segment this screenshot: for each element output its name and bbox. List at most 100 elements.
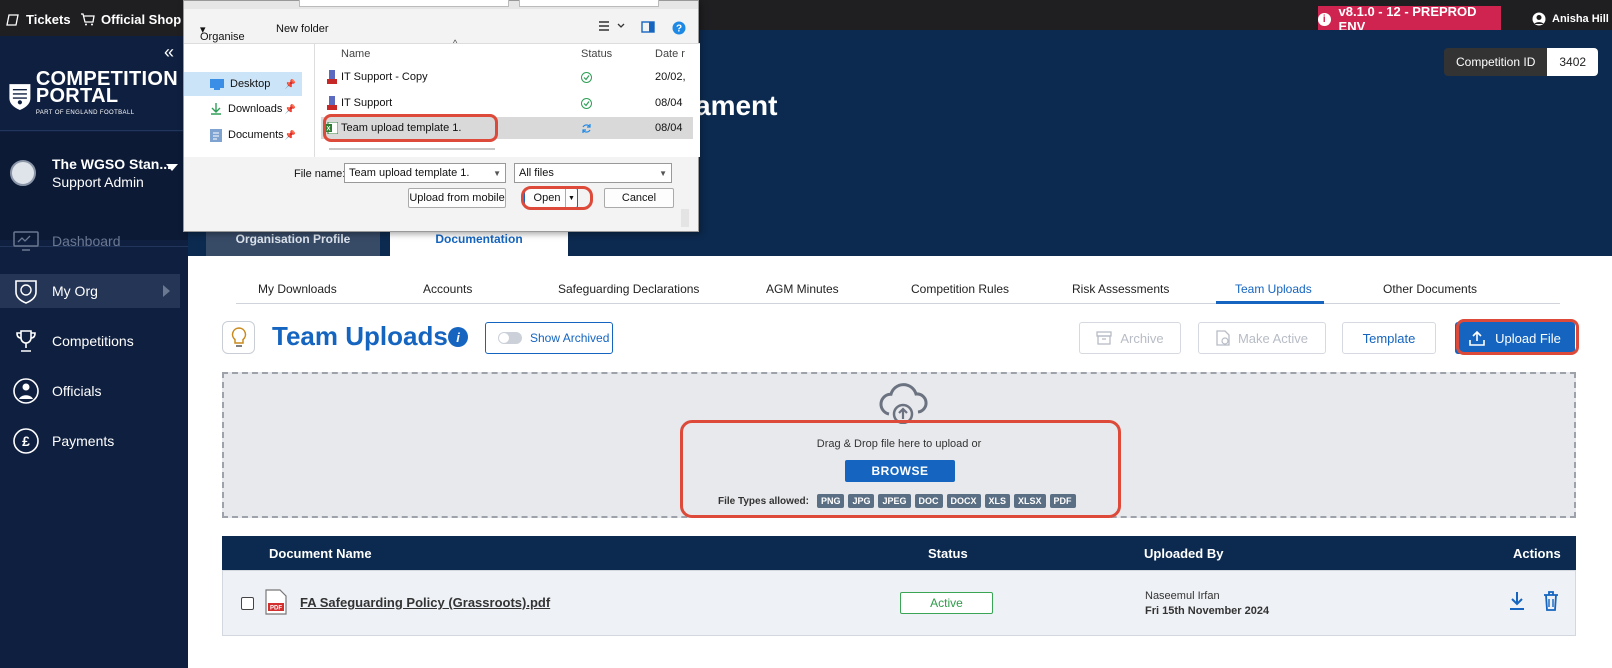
tab-other-documents[interactable]: Other Documents — [1383, 282, 1477, 296]
file-row[interactable]: IT Support 08/04 — [321, 92, 693, 114]
file-type-badge: DOCX — [946, 494, 981, 508]
file-open-dialog: Organise ▾ New folder ? Desktop 📌 Downlo… — [183, 0, 700, 232]
nav-documents[interactable]: Documents 📌 — [184, 123, 302, 147]
search-field[interactable] — [519, 0, 659, 7]
nav-dashboard[interactable]: Dashboard — [0, 224, 180, 258]
toggle-switch[interactable] — [498, 332, 522, 344]
nav-competitions-label: Competitions — [52, 333, 134, 349]
new-folder-button[interactable]: New folder — [276, 23, 329, 35]
official-shop-label: Official Shop — [101, 12, 182, 27]
file-type-badge: JPEG — [878, 494, 911, 508]
tab-team-uploads[interactable]: Team Uploads — [1235, 282, 1312, 296]
navigation-pane: Desktop 📌 Downloads 📌 Documents 📌 — [184, 43, 314, 157]
page-title: Team Uploads — [272, 321, 448, 351]
archive-button[interactable]: Archive — [1079, 322, 1181, 354]
chevron-down-icon[interactable]: ▼ — [493, 169, 501, 178]
pin-icon: 📌 — [284, 78, 296, 89]
nav-downloads[interactable]: Downloads 📌 — [184, 97, 302, 121]
upload-icon — [1469, 330, 1485, 346]
tab-safeguarding-declarations[interactable]: Safeguarding Declarations — [558, 282, 699, 296]
tab-agm-minutes[interactable]: AGM Minutes — [766, 282, 839, 296]
dialog-top-strip — [184, 0, 698, 9]
referee-icon — [13, 378, 39, 404]
org-title: ament — [695, 90, 778, 121]
chevron-right-icon — [163, 285, 170, 297]
nav-downloads-label: Downloads — [228, 103, 283, 115]
browse-button[interactable]: BROWSE — [845, 460, 955, 482]
horizontal-scrollbar[interactable] — [329, 148, 495, 150]
row-checkbox[interactable] — [241, 597, 254, 610]
col-status[interactable]: Status — [928, 546, 968, 561]
view-options-icon[interactable] — [598, 20, 626, 35]
svg-text:X: X — [326, 127, 330, 133]
nav-documents-label: Documents — [228, 129, 284, 141]
chevron-down-icon[interactable]: ▼ — [659, 169, 667, 178]
upload-file-button[interactable]: Upload File — [1455, 322, 1575, 354]
col-uploaded-by[interactable]: Uploaded By — [1144, 546, 1223, 561]
competition-id-label: Competition ID — [1444, 48, 1548, 76]
ticket-icon — [6, 13, 19, 26]
official-shop-link[interactable]: Official Shop — [80, 12, 181, 27]
documents-table-header: Document Name Status Uploaded By Actions — [222, 536, 1576, 570]
file-type-badge: PDF — [1049, 494, 1076, 508]
user-name: Anisha Hill — [1552, 13, 1609, 25]
tab-documentation-label: Documentation — [435, 232, 523, 246]
logo-title-2: PORTAL — [35, 84, 119, 107]
tab-accounts[interactable]: Accounts — [423, 282, 472, 296]
help-icon[interactable]: ? — [672, 21, 686, 38]
organise-label: Organise — [200, 31, 245, 43]
file-row-selected[interactable]: X Team upload template 1. 08/04 — [321, 117, 693, 139]
file-list: Name ^ Status Date r IT Support - Copy 2… — [314, 38, 700, 157]
nav-my-org[interactable]: My Org — [0, 274, 180, 308]
file-name: IT Support - Copy — [341, 71, 428, 83]
allowed-file-types: File Types allowed: PNG JPG JPEG DOC DOC… — [718, 494, 1076, 508]
collapse-sidebar-icon[interactable]: « — [164, 42, 174, 63]
preview-pane-icon[interactable] — [641, 21, 655, 36]
file-row[interactable]: IT Support - Copy 20/02, — [321, 66, 693, 88]
info-icon[interactable]: i — [448, 327, 468, 347]
file-drop-zone[interactable]: Drag & Drop file here to upload or BROWS… — [222, 372, 1576, 518]
nav-desktop[interactable]: Desktop 📌 — [184, 72, 302, 96]
make-active-button[interactable]: Make Active — [1198, 322, 1326, 354]
synced-check-icon — [581, 97, 592, 109]
col-name[interactable]: Name — [341, 48, 370, 60]
col-document-name[interactable]: Document Name — [269, 546, 372, 561]
open-button[interactable]: Open ▼ — [524, 188, 578, 208]
table-row[interactable]: PDF FA Safeguarding Policy (Grassroots).… — [222, 570, 1576, 636]
document-name-link[interactable]: FA Safeguarding Policy (Grassroots).pdf — [300, 595, 550, 610]
shield-ball-icon — [15, 280, 37, 304]
uploader-name: Naseemul Irfan — [1145, 590, 1220, 602]
cloud-upload-icon — [879, 383, 928, 424]
cancel-button[interactable]: Cancel — [604, 188, 674, 208]
organise-button[interactable]: Organise ▾ — [200, 23, 245, 43]
tickets-link[interactable]: Tickets — [6, 12, 71, 27]
chevron-down-icon[interactable] — [166, 164, 178, 171]
upload-from-mobile-button[interactable]: Upload from mobile — [408, 188, 506, 208]
path-field[interactable] — [299, 0, 509, 7]
col-status[interactable]: Status — [581, 48, 612, 60]
open-split-arrow-icon[interactable]: ▼ — [565, 189, 577, 207]
file-name-field[interactable]: Team upload template 1. ▼ — [344, 163, 506, 183]
file-type-badge: XLS — [984, 494, 1011, 508]
org-name: The WGSO Stan... — [52, 156, 172, 172]
nav-payments[interactable]: £ Payments — [0, 424, 180, 458]
resize-grip[interactable] — [681, 209, 689, 227]
nav-officials[interactable]: Officials — [0, 374, 180, 408]
download-icon[interactable] — [1508, 591, 1526, 611]
tab-risk-assessments[interactable]: Risk Assessments — [1072, 282, 1169, 296]
sort-ascending-icon: ^ — [453, 38, 458, 48]
trash-icon[interactable] — [1543, 591, 1559, 611]
competition-portal-logo[interactable]: COMPETITION PORTAL PART OF ENGLAND FOOTB… — [8, 69, 178, 120]
col-date[interactable]: Date r — [655, 48, 685, 60]
file-type-badge: PNG — [816, 494, 845, 508]
template-button[interactable]: Template — [1342, 322, 1436, 354]
user-menu[interactable]: Anisha Hill — [1532, 12, 1609, 26]
trophy-icon — [16, 330, 36, 352]
file-type-select[interactable]: All files ▼ — [514, 163, 672, 183]
tab-competition-rules[interactable]: Competition Rules — [911, 282, 1009, 296]
tab-my-downloads[interactable]: My Downloads — [258, 282, 337, 296]
nav-competitions[interactable]: Competitions — [0, 324, 180, 358]
file-type-badge: XLSX — [1014, 494, 1046, 508]
pin-icon: 📌 — [284, 103, 296, 114]
show-archived-toggle[interactable]: Show Archived — [485, 322, 613, 354]
